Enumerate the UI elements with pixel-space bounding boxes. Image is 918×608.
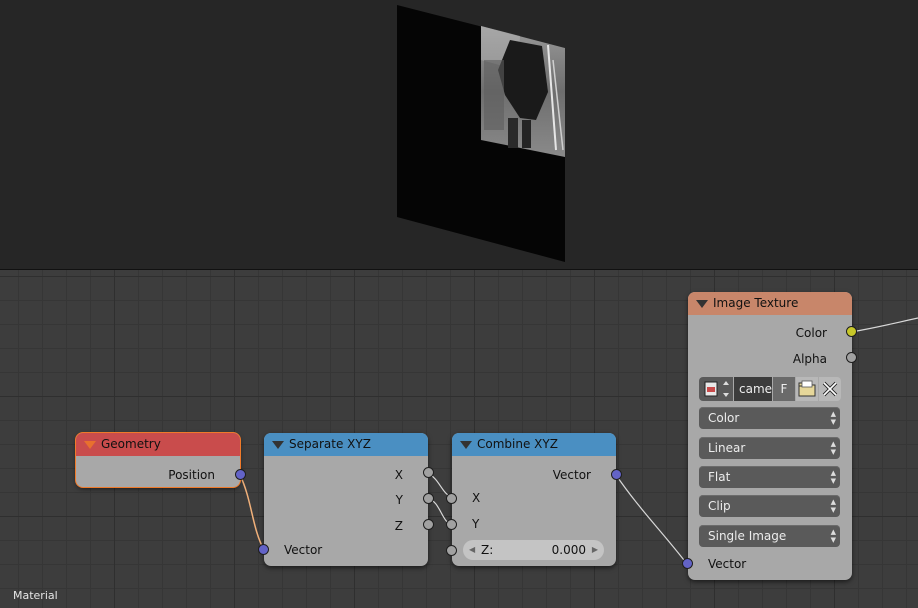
collapse-triangle-icon[interactable] <box>84 441 96 449</box>
source-dropdown[interactable]: Single Image ▲ ▼ <box>699 525 840 547</box>
output-label-position: Position <box>168 468 215 482</box>
link-position-to-vector <box>239 474 265 551</box>
image-texture-node-header[interactable]: Image Texture <box>688 292 852 315</box>
decrement-arrow-icon[interactable]: ◀ <box>469 540 475 560</box>
separate-xyz-node-header[interactable]: Separate XYZ <box>264 433 428 456</box>
image-selector[interactable]: came F <box>699 377 841 401</box>
z-value-field[interactable]: ◀ Z: 0.000 ▶ <box>463 540 604 560</box>
dropdown-arrows-icon: ▲ ▼ <box>830 469 836 485</box>
input-socket-x[interactable] <box>446 493 457 504</box>
viewport-canvas <box>397 5 565 262</box>
editor-context-label: Material <box>13 589 58 602</box>
3d-viewport[interactable] <box>0 0 918 269</box>
input-label-x: X <box>472 491 481 505</box>
fake-user-label: F <box>780 382 788 396</box>
output-socket-position[interactable] <box>235 469 246 480</box>
dropdown-arrows-icon: ▲ ▼ <box>830 440 836 456</box>
separate-xyz-node[interactable]: Separate XYZ X Y Z Vector <box>264 433 428 566</box>
output-socket-y[interactable] <box>423 493 434 504</box>
input-socket-y[interactable] <box>446 519 457 530</box>
node-title: Combine XYZ <box>477 437 558 451</box>
z-field-label: Z: <box>481 543 494 557</box>
output-label-x: X <box>394 468 403 482</box>
fake-user-button[interactable]: F <box>773 377 795 401</box>
image-browse-icon <box>704 381 729 397</box>
node-title: Image Texture <box>713 296 799 310</box>
dropdown-arrows-icon: ▲ ▼ <box>830 410 836 426</box>
node-title: Separate XYZ <box>289 437 371 451</box>
combine-xyz-node[interactable]: Combine XYZ Vector X Y ◀ Z: 0.000 ▶ <box>452 433 616 566</box>
input-label-vector: Vector <box>708 557 747 571</box>
open-image-button[interactable] <box>796 377 818 401</box>
collapse-triangle-icon[interactable] <box>272 441 284 449</box>
output-socket-alpha[interactable] <box>846 352 857 363</box>
input-socket-z[interactable] <box>446 545 457 556</box>
output-socket-vector[interactable] <box>611 469 622 480</box>
link-vector-to-vector <box>615 474 688 565</box>
output-label-color: Color <box>795 326 827 340</box>
image-texture-node[interactable]: Image Texture Color Alpha came F Color ▲… <box>688 292 852 580</box>
dropdown-arrows-icon: ▲ ▼ <box>830 498 836 514</box>
output-socket-z[interactable] <box>423 519 434 530</box>
color-space-dropdown[interactable]: Color ▲ ▼ <box>699 407 840 429</box>
combine-xyz-node-header[interactable]: Combine XYZ <box>452 433 616 456</box>
image-name: came <box>739 382 773 396</box>
node-title: Geometry <box>101 437 161 451</box>
open-folder-icon <box>798 380 816 397</box>
input-label-vector: Vector <box>284 543 323 557</box>
extension-dropdown[interactable]: Clip ▲ ▼ <box>699 495 840 517</box>
close-icon <box>822 381 838 397</box>
interpolation-dropdown[interactable]: Linear ▲ ▼ <box>699 437 840 459</box>
output-socket-color[interactable] <box>846 326 857 337</box>
increment-arrow-icon[interactable]: ▶ <box>592 540 598 560</box>
output-label-alpha: Alpha <box>792 352 827 366</box>
node-editor[interactable]: Geometry Position Separate XYZ X Y Z Vec… <box>0 270 918 608</box>
image-name-field[interactable]: came <box>734 377 772 401</box>
z-field-value: 0.000 <box>551 543 586 557</box>
output-label-vector: Vector <box>552 468 591 482</box>
geometry-node[interactable]: Geometry Position <box>76 433 240 487</box>
input-label-y: Y <box>472 517 480 531</box>
dropdown-arrows-icon: ▲ ▼ <box>830 528 836 544</box>
collapse-triangle-icon[interactable] <box>460 441 472 449</box>
output-label-z: Z <box>394 519 403 533</box>
link-color-out <box>850 317 918 333</box>
unlink-image-button[interactable] <box>819 377 841 401</box>
output-label-y: Y <box>395 493 403 507</box>
image-texture-patch <box>481 26 565 157</box>
geometry-node-header[interactable]: Geometry <box>76 433 240 456</box>
collapse-triangle-icon[interactable] <box>696 300 708 308</box>
image-browse-button[interactable] <box>699 377 733 401</box>
input-socket-vector[interactable] <box>258 544 269 555</box>
input-socket-vector[interactable] <box>682 558 693 569</box>
projection-dropdown[interactable]: Flat ▲ ▼ <box>699 466 840 488</box>
output-socket-x[interactable] <box>423 467 434 478</box>
